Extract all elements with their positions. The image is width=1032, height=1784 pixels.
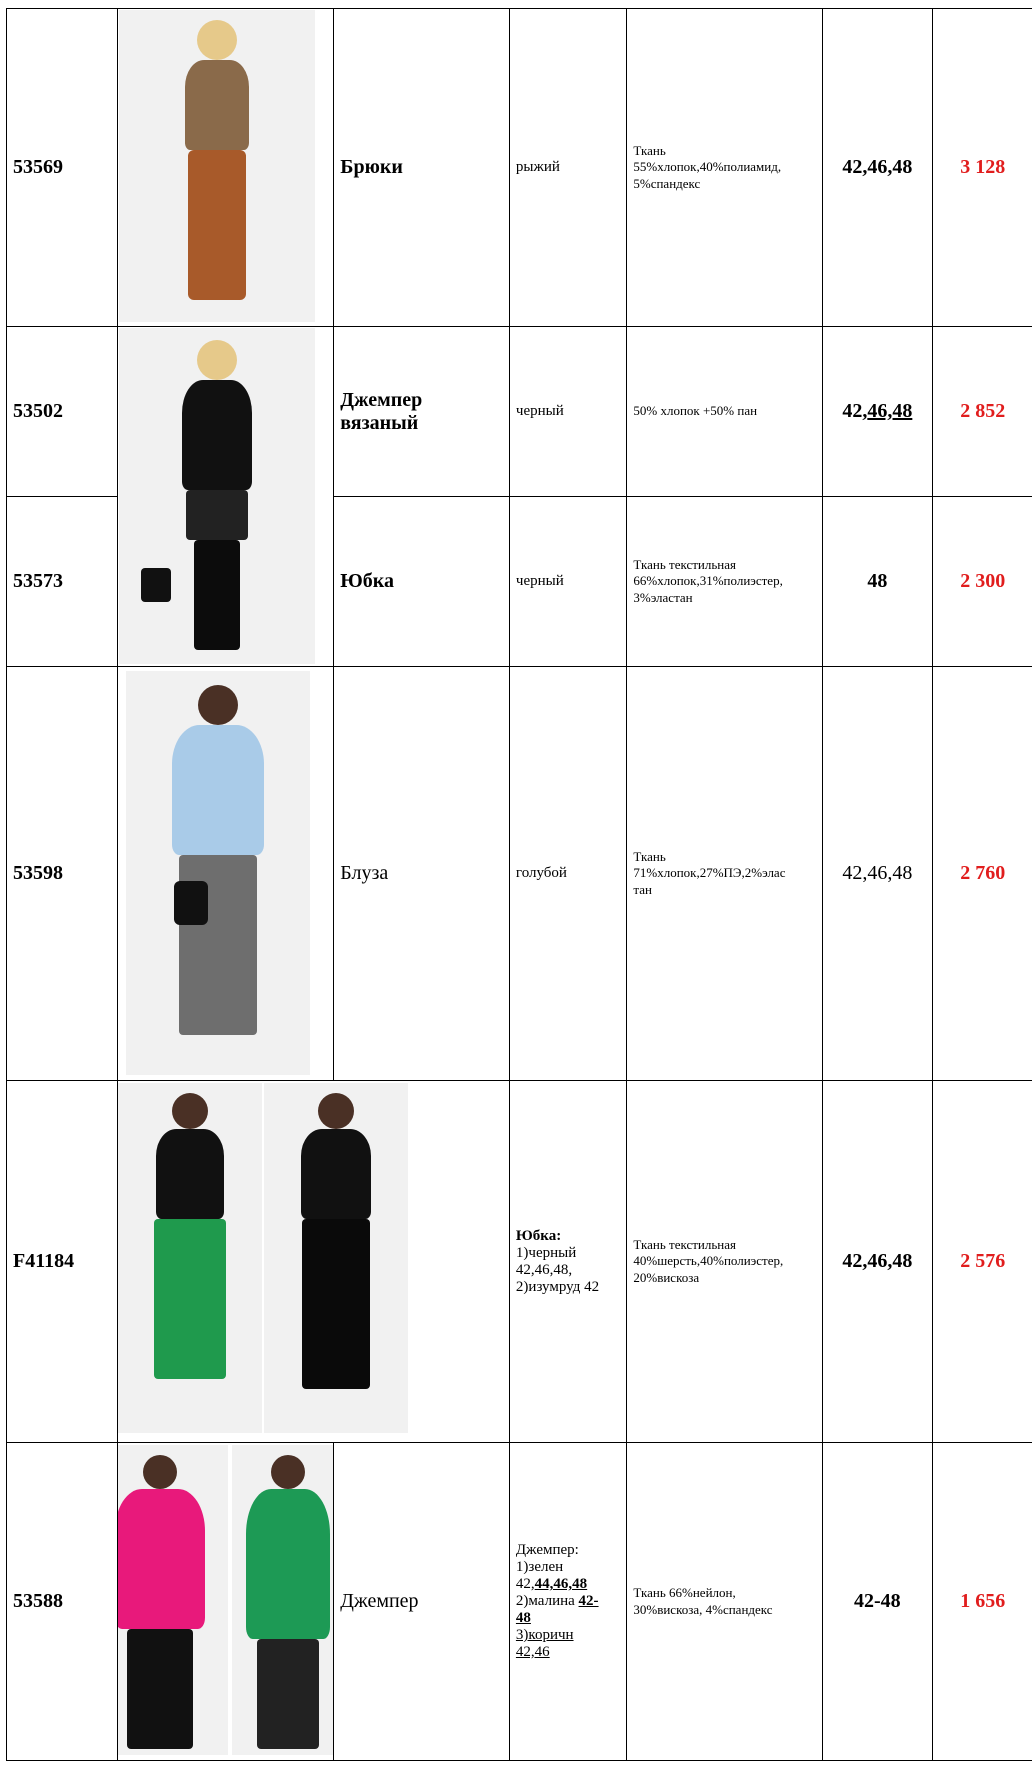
fabric-line: Ткань 66%нейлон, xyxy=(633,1585,736,1601)
fabric-line: Ткань текстильная xyxy=(633,1237,736,1253)
fabric-line: 71%хлопок,27%ПЭ,2%элас xyxy=(633,865,786,881)
table-row: F41184 Юбка: 1)черный 42,46,48, 2)изумру… xyxy=(5,1080,1032,1443)
product-color: черный xyxy=(508,326,628,497)
product-photo xyxy=(117,1442,335,1761)
product-photo xyxy=(117,1080,510,1443)
fabric-line: 40%шерсть,40%полиэстер, xyxy=(633,1253,784,1269)
product-sizes: 42,46,48 xyxy=(822,8,933,327)
product-color: Юбка: 1)черный 42,46,48, 2)изумруд 42 xyxy=(508,1080,628,1443)
product-price: 2 300 xyxy=(931,496,1032,667)
fabric-line: Ткань xyxy=(633,143,666,159)
product-name: Юбка xyxy=(333,496,510,667)
product-color: рыжий xyxy=(508,8,628,327)
fabric-line: 5%спандекс xyxy=(633,175,701,191)
product-name: Джемпер вязаный xyxy=(333,326,510,497)
fabric-line: 66%хлопок,31%полиэстер, xyxy=(633,573,783,589)
fabric-line: 50% хлопок +50% пан xyxy=(633,403,758,419)
table-row: 53502 Джемпер вязаный черный 50% хлопок … xyxy=(5,326,1032,667)
product-fabric: Ткань текстильная 40%шерсть,40%полиэстер… xyxy=(626,1080,824,1443)
product-name: Джемпер xyxy=(333,1442,510,1761)
article-code: F41184 xyxy=(5,1080,119,1443)
product-photo xyxy=(117,8,335,327)
product-sizes: 42,46,48 xyxy=(822,1080,933,1443)
fabric-line: тан xyxy=(633,881,652,897)
product-name: Брюки xyxy=(333,8,510,327)
fabric-line: 3%эластан xyxy=(633,589,693,605)
product-sizes: 42-48 xyxy=(822,1442,933,1761)
fabric-line: Ткань xyxy=(633,849,666,865)
product-fabric: Ткань 55%хлопок,40%полиамид, 5%спандекс xyxy=(626,8,824,327)
article-code: 53588 xyxy=(5,1442,119,1761)
article-code: 53573 xyxy=(5,496,119,667)
product-sizes: 48 xyxy=(822,496,933,667)
product-price: 3 128 xyxy=(931,8,1032,327)
product-price: 1 656 xyxy=(931,1442,1032,1761)
product-color: черный xyxy=(508,496,628,667)
product-table: 53569 Брюки рыжий Ткань 55%хлопок,40%пол… xyxy=(5,8,1032,1761)
article-code: 53598 xyxy=(5,666,119,1081)
fabric-line: 20%вискоза xyxy=(633,1269,700,1285)
fabric-line: Ткань текстильная xyxy=(633,557,736,573)
product-price: 2 760 xyxy=(931,666,1032,1081)
product-fabric: 50% хлопок +50% пан xyxy=(626,326,824,497)
product-sizes: 42,46,48 xyxy=(822,326,933,497)
product-price: 2 852 xyxy=(931,326,1032,497)
product-color: голубой xyxy=(508,666,628,1081)
product-sizes: 42,46,48 xyxy=(822,666,933,1081)
product-color: Джемпер: 1)зелен 42,44,46,48 2)малина 42… xyxy=(508,1442,628,1761)
product-fabric: Ткань текстильная 66%хлопок,31%полиэстер… xyxy=(626,496,824,667)
table-row: 53598 Блуза голубой Ткань 71%хлопок,27%П… xyxy=(5,666,1032,1081)
table-row: 53569 Брюки рыжий Ткань 55%хлопок,40%пол… xyxy=(5,8,1032,327)
product-fabric: Ткань 66%нейлон, 30%вискоза, 4%спандекс xyxy=(626,1442,824,1761)
product-fabric: Ткань 71%хлопок,27%ПЭ,2%элас тан xyxy=(626,666,824,1081)
article-code: 53502 xyxy=(5,326,119,497)
product-name: Блуза xyxy=(333,666,510,1081)
fabric-line: 30%вискоза, 4%спандекс xyxy=(633,1601,773,1617)
table-row: 53588 Джемпер Джемпер: 1)зелен 42,44,46,… xyxy=(5,1442,1032,1761)
product-price: 2 576 xyxy=(931,1080,1032,1443)
product-photo xyxy=(117,326,335,667)
product-photo xyxy=(117,666,335,1081)
article-code: 53569 xyxy=(5,8,119,327)
fabric-line: 55%хлопок,40%полиамид, xyxy=(633,159,782,175)
